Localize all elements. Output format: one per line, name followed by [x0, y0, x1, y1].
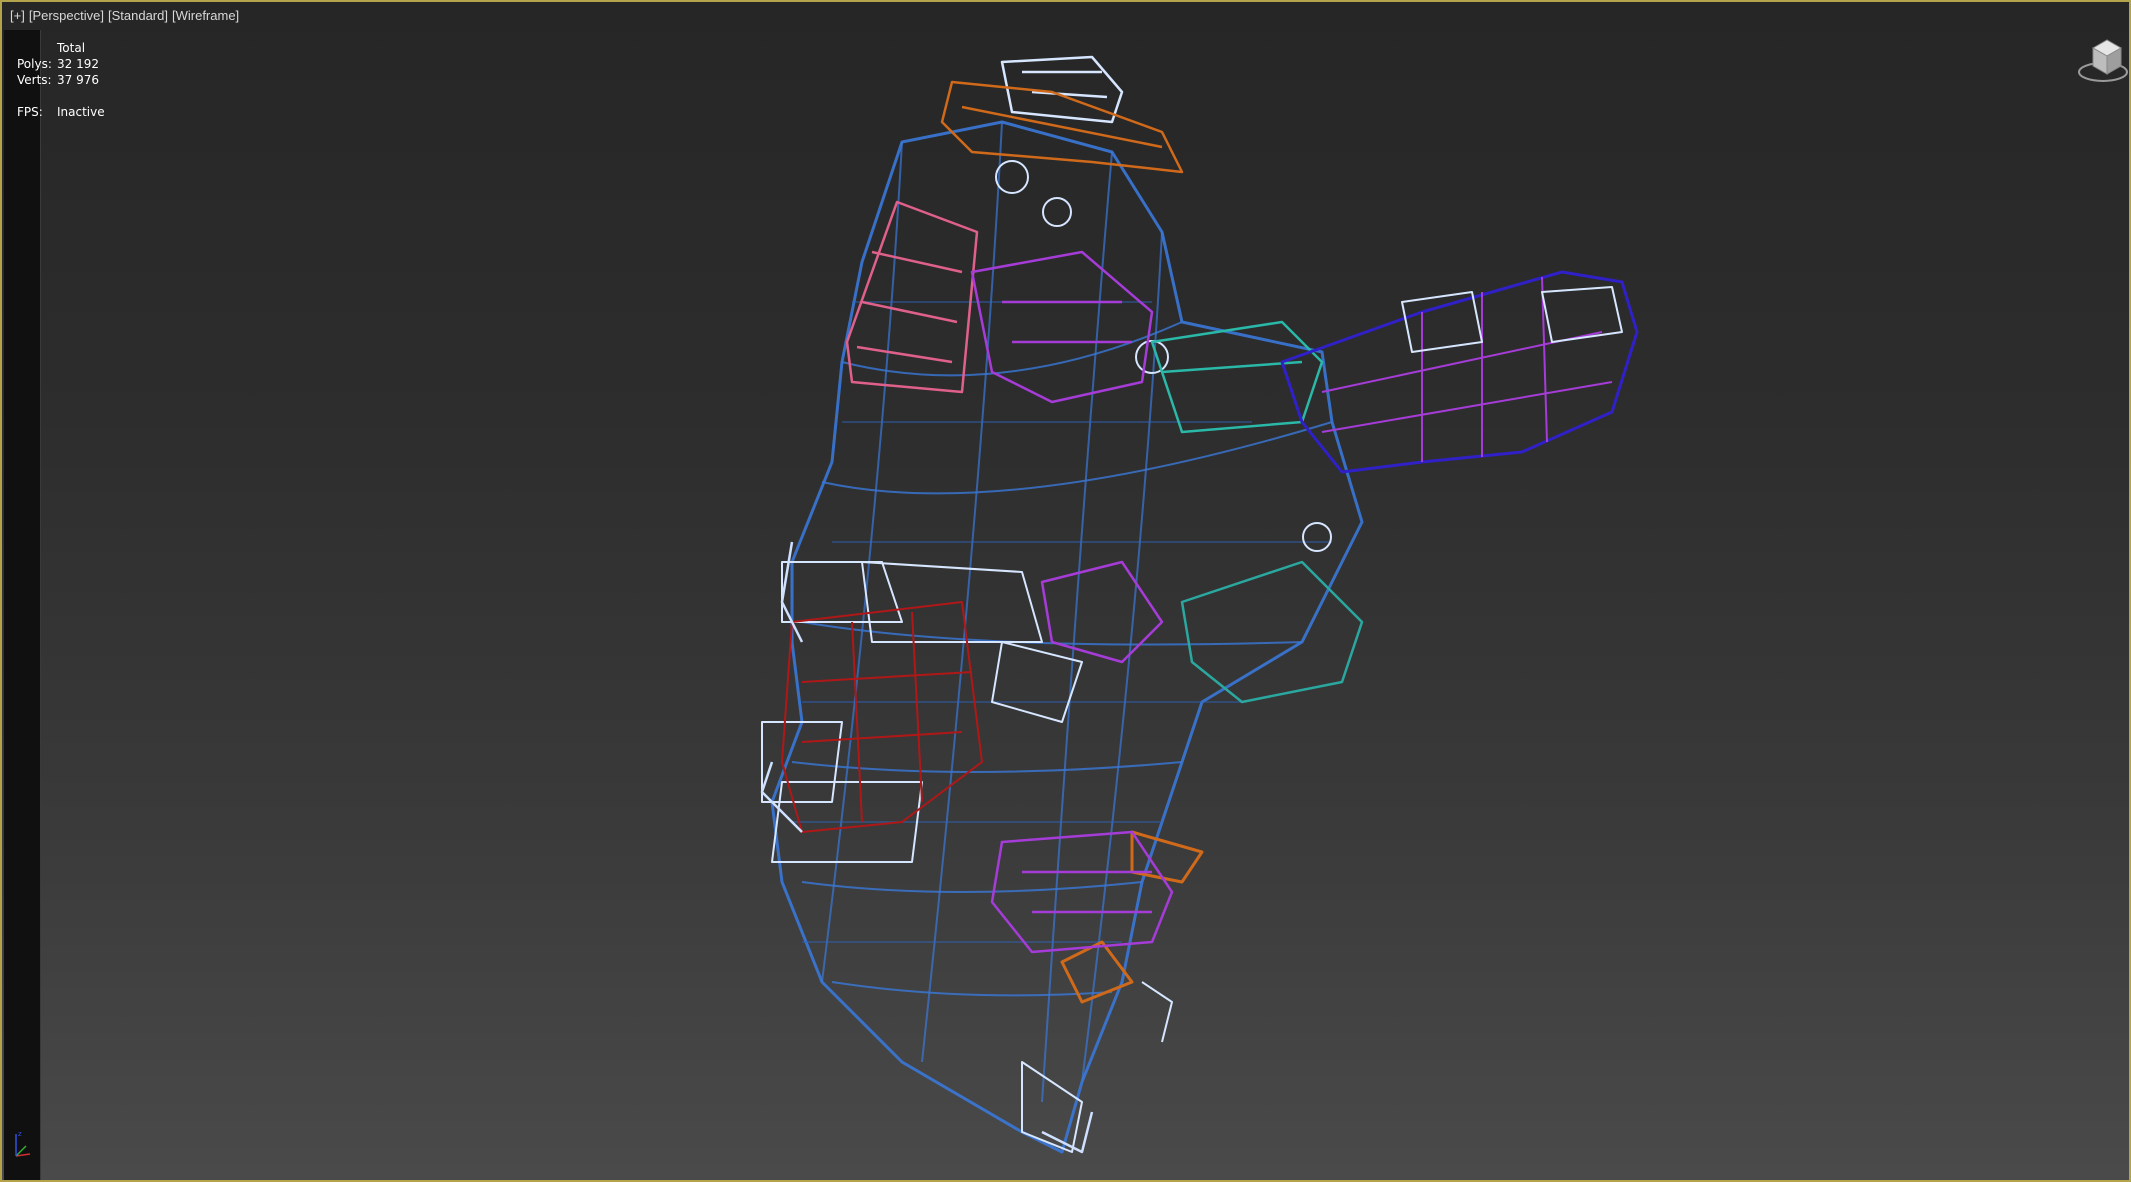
fps-label: FPS:: [17, 105, 43, 119]
part-teal-lower: [1180, 560, 1364, 704]
statistics-overlay: Total Polys: 32 192 Verts: 37 976 FPS: I…: [17, 40, 137, 120]
viewport-shading-menu[interactable]: [Standard]: [107, 8, 169, 23]
viewport-left-strip: [4, 30, 41, 1180]
perspective-viewport[interactable]: [+] [Perspective] [Standard] [Wireframe]…: [0, 0, 2131, 1182]
polys-label: Polys:: [17, 57, 52, 71]
part-purple-a: [970, 250, 1154, 404]
verts-label: Verts:: [17, 73, 52, 87]
part-purple-c: [990, 830, 1174, 954]
wireframe-model[interactable]: [2, 2, 2131, 1182]
part-orange-mid: [1130, 830, 1204, 884]
stats-header: Total: [57, 41, 86, 55]
svg-text:z: z: [18, 1130, 22, 1138]
axis-tripod-icon: z: [15, 1130, 31, 1157]
part-red: [781, 601, 983, 833]
viewport-display-menu[interactable]: [Wireframe]: [171, 8, 240, 23]
viewcube-icon[interactable]: [2069, 30, 2129, 100]
arm-barrel: [1280, 270, 1639, 474]
viewport-plus-menu[interactable]: [+]: [9, 8, 26, 23]
polys-value: 32 192: [57, 57, 99, 71]
part-pink: [845, 200, 979, 394]
fps-value: Inactive: [57, 105, 105, 119]
hull-main: [770, 120, 1364, 1154]
viewport-label-menu[interactable]: [+] [Perspective] [Standard] [Wireframe]: [9, 8, 240, 23]
verts-value: 37 976: [57, 73, 99, 87]
part-teal-upper: [1150, 320, 1324, 434]
viewport-pov-menu[interactable]: [Perspective]: [28, 8, 105, 23]
part-purple-b: [1040, 560, 1164, 664]
